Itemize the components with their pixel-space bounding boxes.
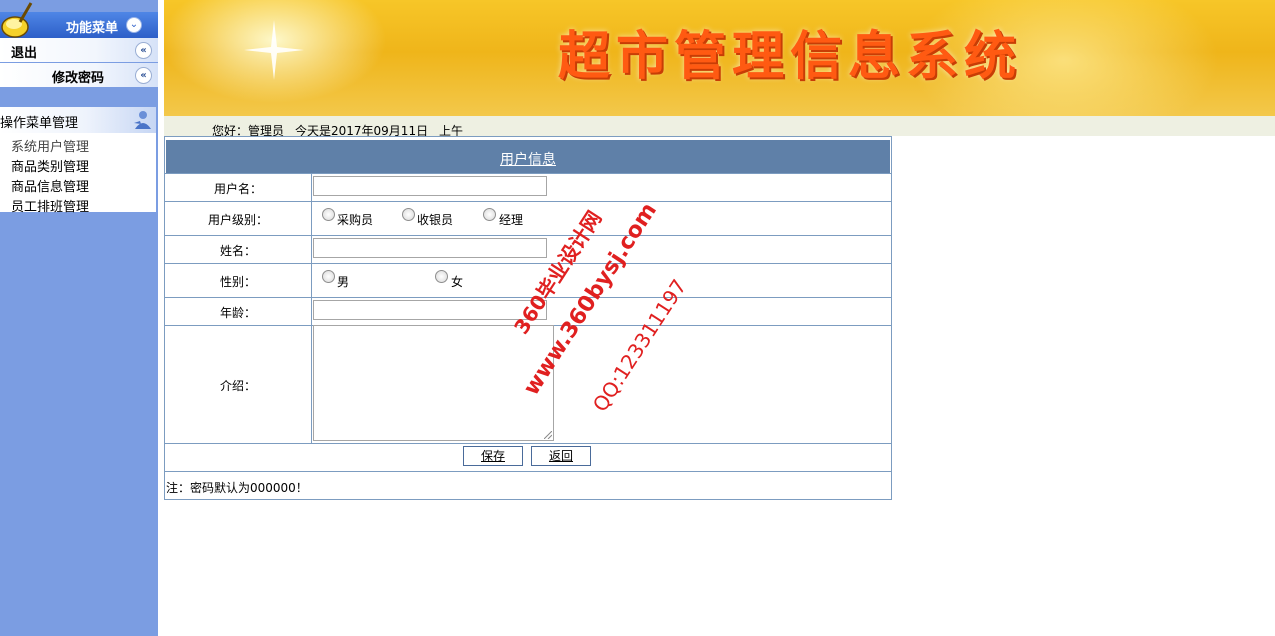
form-title[interactable]: 用户信息 [166, 149, 890, 169]
level-option-cashier: 收银员 [417, 213, 454, 227]
sidebar: 功能菜单 ⌄ 退出 « 修改密码 « 操作菜单管理 系统用户管理 商品类别管理 … [0, 0, 158, 636]
double-chevron-left-icon[interactable]: « [135, 67, 152, 84]
resize-grip-icon[interactable] [544, 431, 552, 439]
row-divider [165, 201, 891, 202]
sidebar-item-system-users[interactable]: 系统用户管理 [11, 136, 89, 155]
level-option-manager: 经理 [499, 213, 524, 227]
gender-radio-female[interactable] [435, 270, 448, 283]
broom-logo-icon [1, 2, 33, 38]
logout-label: 退出 [11, 46, 38, 61]
operation-menu-header[interactable]: 操作菜单管理 [0, 107, 156, 133]
greeting-bar: 您好：管理员 今天是2017年09月11日 上午 [164, 116, 1275, 138]
header-banner: 超市管理信息系统 [164, 0, 1275, 116]
logout-link[interactable]: 退出 « [0, 38, 158, 62]
intro-textarea[interactable] [313, 325, 554, 441]
save-button[interactable]: 保存 [463, 446, 523, 466]
name-label: 姓名： [219, 244, 256, 258]
row-divider [165, 471, 891, 472]
change-password-label: 修改密码 [52, 71, 105, 86]
username-label: 用户名： [213, 182, 262, 196]
row-divider [165, 235, 891, 236]
operation-menu-panel: 操作菜单管理 系统用户管理 商品类别管理 商品信息管理 员工排班管理 [0, 107, 156, 215]
password-note: 注：密码默认为000000！ [166, 481, 308, 495]
row-divider [165, 443, 891, 444]
form-header: 用户信息 [166, 140, 890, 173]
sidebar-item-staff-schedule[interactable]: 员工排班管理 [11, 196, 89, 215]
user-level-label: 用户级别： [207, 213, 268, 227]
row-divider [165, 263, 891, 264]
gender-option-male: 男 [337, 275, 350, 289]
back-button[interactable]: 返回 [531, 446, 591, 466]
intro-label: 介绍： [219, 379, 256, 393]
sidebar-item-product-info[interactable]: 商品信息管理 [11, 176, 89, 195]
gender-label: 性别： [219, 275, 256, 289]
username-input[interactable] [313, 176, 547, 196]
level-radio-cashier[interactable] [402, 208, 415, 221]
operation-menu-title: 操作菜单管理 [0, 116, 79, 131]
column-divider [311, 173, 312, 443]
age-label: 年龄： [219, 306, 256, 320]
change-password-link[interactable]: 修改密码 « [0, 63, 158, 87]
name-input[interactable] [313, 238, 547, 258]
level-radio-manager[interactable] [483, 208, 496, 221]
double-chevron-left-icon[interactable]: « [135, 42, 152, 59]
level-option-buyer: 采购员 [337, 213, 374, 227]
chevron-down-icon[interactable]: ⌄ [126, 17, 142, 33]
level-radio-buyer[interactable] [322, 208, 335, 221]
function-menu-header[interactable]: 功能菜单 ⌄ [0, 2, 158, 38]
system-title: 超市管理信息系统 [558, 27, 1023, 87]
row-divider [165, 173, 891, 174]
function-menu-title: 功能菜单 [66, 21, 119, 36]
gender-option-female: 女 [451, 275, 464, 289]
gender-radio-male[interactable] [322, 270, 335, 283]
sparkle-icon [244, 20, 304, 80]
user-icon [134, 111, 151, 129]
sidebar-item-product-categories[interactable]: 商品类别管理 [11, 156, 89, 175]
